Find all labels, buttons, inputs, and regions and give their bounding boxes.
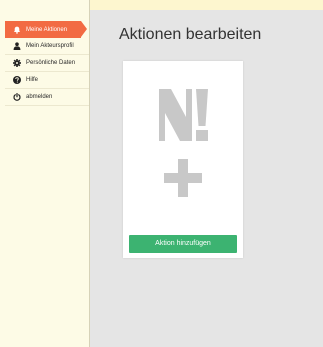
add-action-button[interactable]: Aktion hinzufügen bbox=[129, 235, 237, 253]
n-exclamation-logo-icon bbox=[159, 89, 208, 141]
sidebar-item-label: Hilfe bbox=[26, 77, 39, 83]
sidebar-item-mein-akteursprofil[interactable]: Mein Akteursprofil bbox=[5, 38, 89, 55]
sidebar-item-abmelden[interactable]: abmelden bbox=[5, 89, 89, 106]
plus-icon bbox=[164, 159, 202, 197]
sidebar-item-meine-aktionen[interactable]: Meine Aktionen bbox=[5, 21, 87, 38]
page-title: Aktionen bearbeiten bbox=[119, 26, 262, 43]
gear-icon bbox=[13, 59, 21, 67]
sidebar: Meine Aktionen Mein Akteursprofil Persön… bbox=[0, 0, 90, 347]
sidebar-item-hilfe[interactable]: Hilfe bbox=[5, 72, 89, 89]
power-icon bbox=[13, 93, 21, 101]
sidebar-item-persoenliche-daten[interactable]: Persönliche Daten bbox=[5, 55, 89, 72]
help-icon bbox=[13, 76, 21, 84]
sidebar-item-label: abmelden bbox=[26, 94, 53, 100]
bell-icon bbox=[13, 26, 21, 34]
user-icon bbox=[13, 42, 21, 50]
sidebar-item-label: Persönliche Daten bbox=[26, 60, 76, 66]
sidebar-nav: Meine Aktionen Mein Akteursprofil Persön… bbox=[5, 21, 89, 106]
sidebar-item-label: Meine Aktionen bbox=[26, 26, 68, 33]
sidebar-item-label: Mein Akteursprofil bbox=[26, 43, 74, 49]
main-content: Aktionen bearbeiten Aktion hinzufügen bbox=[90, 10, 323, 347]
add-action-card[interactable]: Aktion hinzufügen bbox=[123, 61, 243, 258]
